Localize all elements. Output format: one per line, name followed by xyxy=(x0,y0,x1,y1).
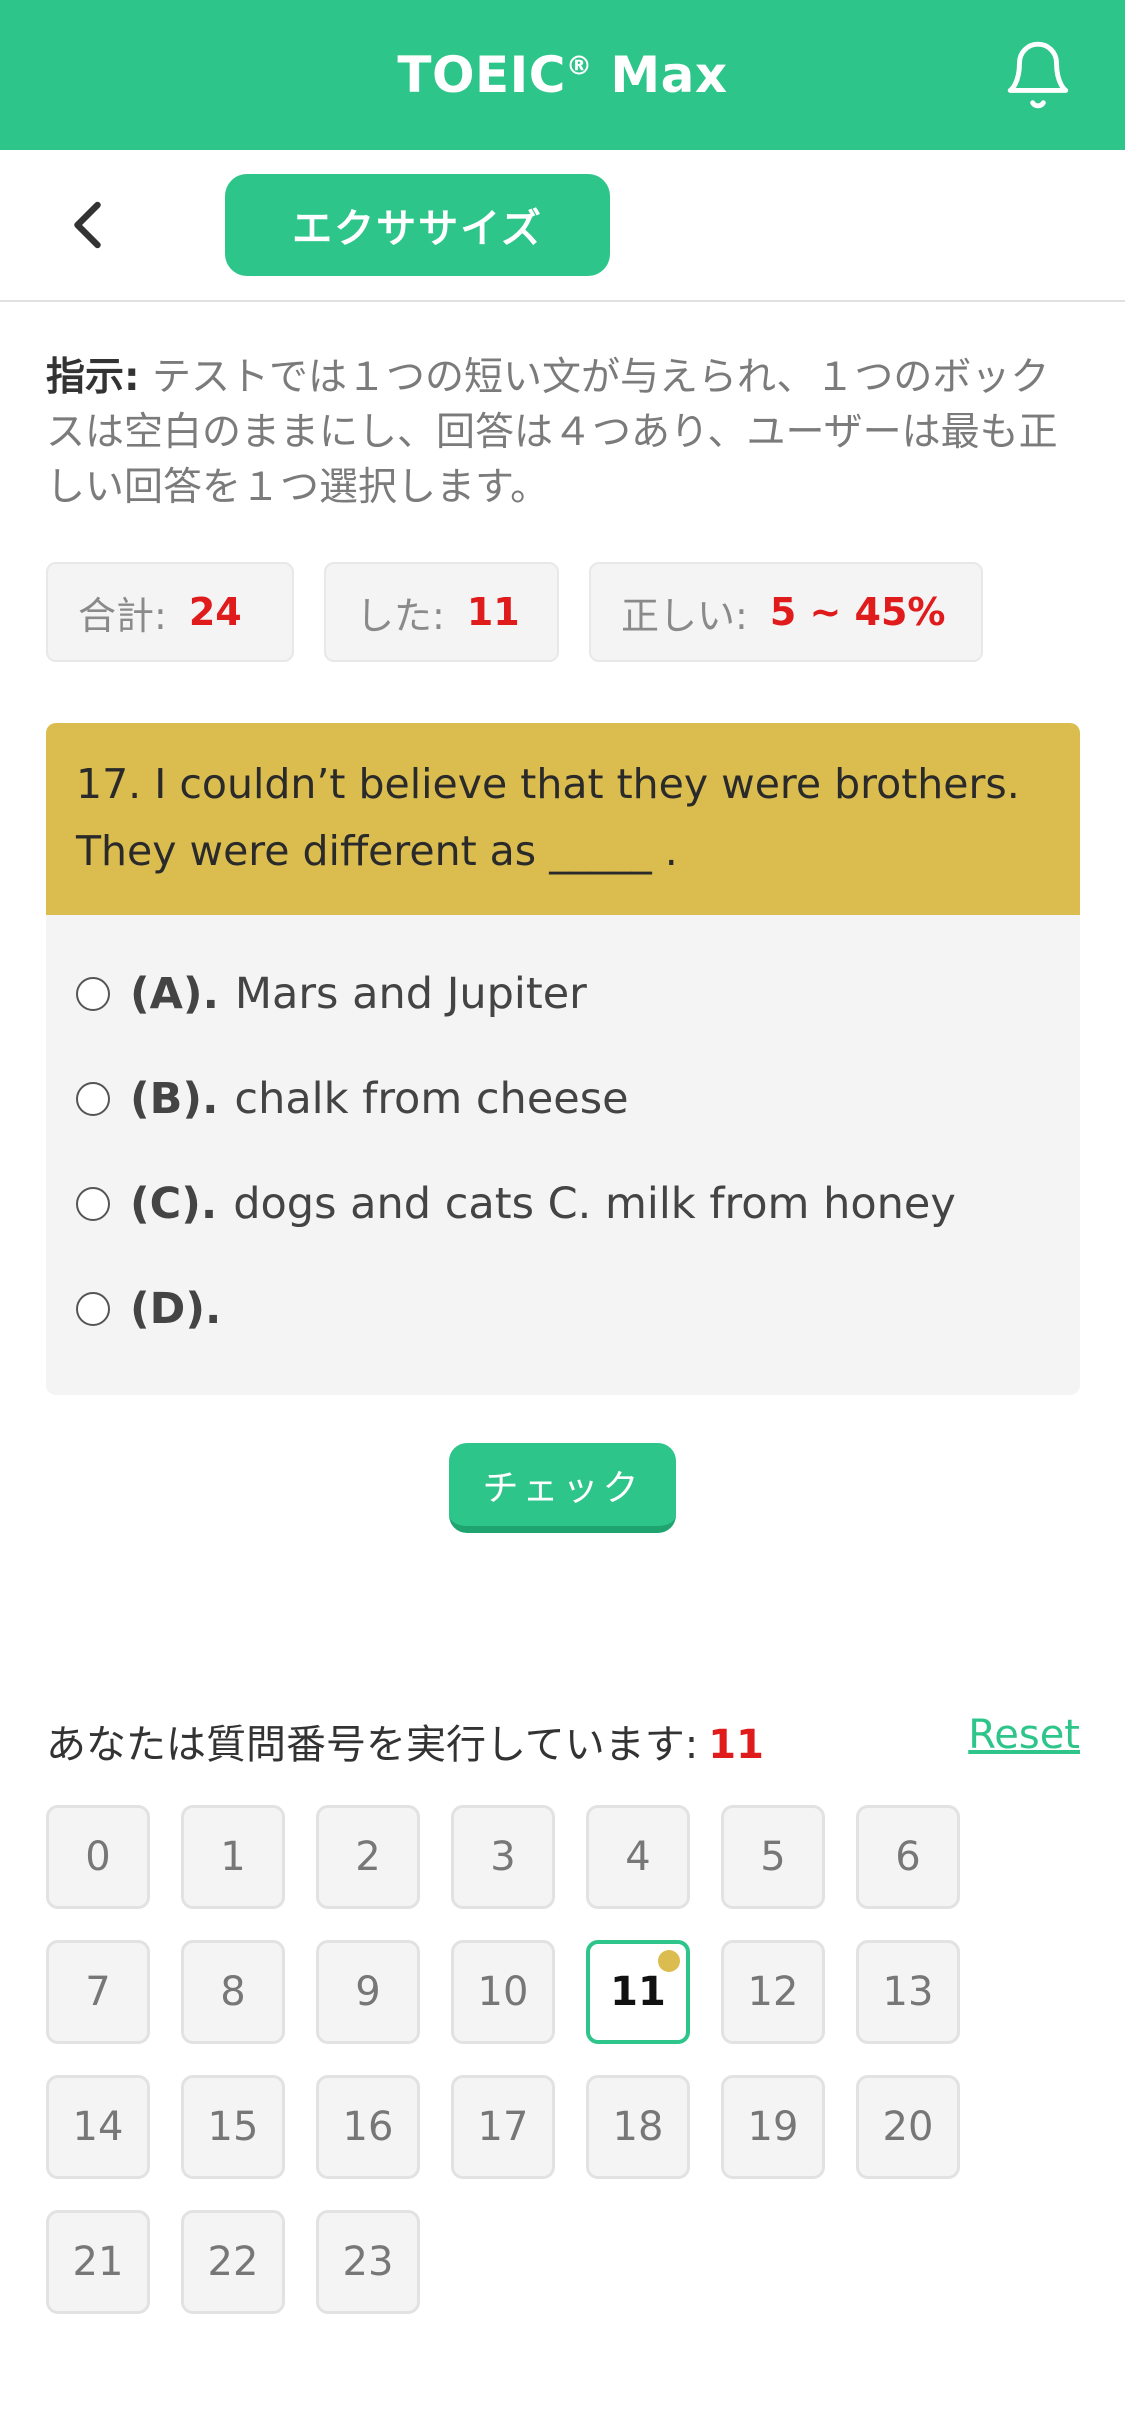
question-number-button[interactable]: 7 xyxy=(46,1940,150,2044)
option-c-text: dogs and cats C. milk from honey xyxy=(233,1178,956,1229)
current-question-number: 11 xyxy=(708,1722,764,1768)
question-number-button[interactable]: 18 xyxy=(586,2075,690,2179)
option-b[interactable]: (B). chalk from cheese xyxy=(76,1046,1050,1151)
question-number-button[interactable]: 13 xyxy=(856,1940,960,2044)
question-number-button[interactable]: 22 xyxy=(181,2210,285,2314)
radio-c[interactable] xyxy=(76,1186,110,1221)
question-number-button[interactable]: 11 xyxy=(586,1940,690,2044)
instructions-text: テストでは１つの短い文が与えられ、１つのボックスは空白のままにし、回答は４つあり… xyxy=(46,355,1058,510)
chevron-left-icon[interactable] xyxy=(60,195,120,255)
question-number-button[interactable]: 9 xyxy=(316,1940,420,2044)
reset-link[interactable]: Reset xyxy=(968,1712,1080,1758)
sub-navigation: エクササイズ xyxy=(0,150,1125,302)
stat-total: 合計: 24 xyxy=(46,562,294,662)
check-button[interactable]: チェック xyxy=(449,1443,676,1533)
question-number-button[interactable]: 16 xyxy=(316,2075,420,2179)
stat-done-value: 11 xyxy=(466,590,520,634)
question-number-button[interactable]: 6 xyxy=(856,1805,960,1909)
option-a[interactable]: (A). Mars and Jupiter xyxy=(76,941,1050,1046)
question-number-button[interactable]: 21 xyxy=(46,2210,150,2314)
radio-b[interactable] xyxy=(76,1081,110,1116)
exercise-tab-button[interactable]: エクササイズ xyxy=(225,174,610,276)
current-indicator-dot xyxy=(658,1950,680,1972)
app-header: TOEIC® Max xyxy=(0,0,1125,150)
question-number-button[interactable]: 0 xyxy=(46,1805,150,1909)
question-number-button[interactable]: 23 xyxy=(316,2210,420,2314)
question-text: 17. I couldn’t believe that they were br… xyxy=(46,723,1080,915)
stats-bar: 合計: 24 した: 11 正しい: 5 ~ 45% xyxy=(46,562,983,662)
option-b-text: chalk from cheese xyxy=(234,1073,629,1124)
question-number-button[interactable]: 20 xyxy=(856,2075,960,2179)
radio-a[interactable] xyxy=(76,976,110,1011)
stat-correct-value: 5 ~ 45% xyxy=(769,590,946,634)
question-number-button[interactable]: 5 xyxy=(721,1805,825,1909)
stat-correct: 正しい: 5 ~ 45% xyxy=(589,562,983,662)
question-number-button[interactable]: 4 xyxy=(586,1805,690,1909)
question-number-grid: 0 1 2 3 4 5 6 7 8 9 10 11 12 13 14 15 16 17 18 19 20 21 22 23 xyxy=(46,1805,1006,2314)
radio-d[interactable] xyxy=(76,1291,110,1326)
question-number-button[interactable]: 14 xyxy=(46,2075,150,2179)
instructions: 指示: テストでは１つの短い文が与えられ、１つのボックスは空白のままにし、回答は… xyxy=(46,350,1076,515)
question-number-button[interactable]: 10 xyxy=(451,1940,555,2044)
bell-icon[interactable] xyxy=(1001,38,1075,112)
option-d[interactable]: (D). xyxy=(76,1256,1050,1361)
question-number-button[interactable]: 15 xyxy=(181,2075,285,2179)
question-number-button[interactable]: 2 xyxy=(316,1805,420,1909)
stat-total-value: 24 xyxy=(188,590,242,634)
stat-done: した: 11 xyxy=(324,562,559,662)
answer-options: (A). Mars and Jupiter (B). chalk from ch… xyxy=(46,915,1080,1395)
option-a-text: Mars and Jupiter xyxy=(234,968,587,1019)
option-c[interactable]: (C). dogs and cats C. milk from honey xyxy=(76,1151,1050,1256)
app-title: TOEIC® Max xyxy=(397,46,728,104)
instructions-label: 指示: xyxy=(46,355,140,400)
question-number-button[interactable]: 19 xyxy=(721,2075,825,2179)
question-number-button[interactable]: 3 xyxy=(451,1805,555,1909)
question-number-button[interactable]: 17 xyxy=(451,2075,555,2179)
question-number-button[interactable]: 8 xyxy=(181,1940,285,2044)
question-number-button[interactable]: 1 xyxy=(181,1805,285,1909)
question-number-button[interactable]: 12 xyxy=(721,1940,825,2044)
question-card: 17. I couldn’t believe that they were br… xyxy=(46,723,1080,1395)
current-question-indicator: あなたは質問番号を実行しています: 11 xyxy=(46,1722,764,1768)
